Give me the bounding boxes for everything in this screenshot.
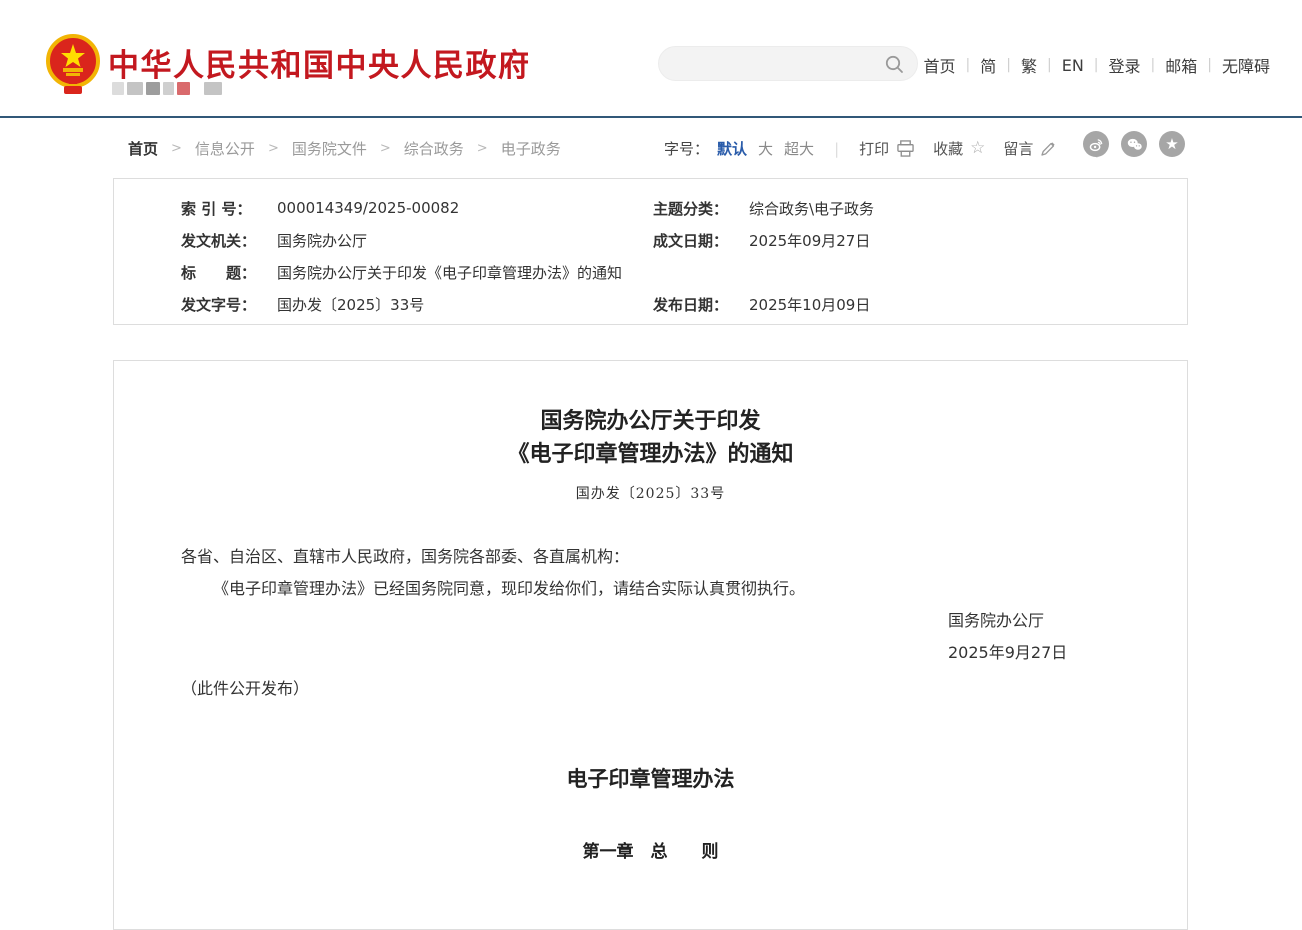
meta-label-title: 标 题：	[181, 262, 277, 283]
tool-divider: |	[834, 140, 839, 158]
body-paragraph: 《电子印章管理办法》已经国务院同意，现印发给你们，请结合实际认真贯彻执行。	[181, 579, 1120, 599]
meta-value-index: 000014349/2025-00082	[277, 199, 653, 217]
nav-accessibility[interactable]: 无障碍	[1222, 53, 1270, 77]
weibo-icon[interactable]	[1083, 131, 1109, 157]
meta-label-issuer: 发文机关：	[181, 230, 277, 251]
signature-date: 2025年9月27日	[948, 643, 1120, 663]
site-title: 中华人民共和国中央人民政府	[108, 40, 531, 85]
meta-label-written-date: 成文日期：	[653, 230, 749, 251]
meta-table: 索 引 号： 000014349/2025-00082 主题分类： 综合政务\电…	[181, 192, 1187, 320]
meta-value-category: 综合政务\电子政务	[749, 198, 1187, 219]
meta-value-written-date: 2025年09月27日	[749, 230, 1187, 251]
search-icon[interactable]	[884, 54, 905, 75]
favorite-button[interactable]: 收藏 ☆	[933, 138, 985, 159]
page-tools: 字号： 默认 大 超大 | 打印 收藏 ☆ 留言	[664, 138, 1119, 159]
meta-value-title: 国务院办公厅关于印发《电子印章管理办法》的通知	[277, 262, 1187, 283]
wechat-icon[interactable]	[1121, 131, 1147, 157]
toolbar-row: 首页 > 信息公开 > 国务院文件 > 综合政务 > 电子政务 字号： 默认 大…	[0, 118, 1302, 176]
nav-separator: |	[1094, 57, 1099, 73]
salutation-paragraph: 各省、自治区、直辖市人民政府，国务院各部委、各直属机构：	[181, 547, 1120, 567]
nav-english[interactable]: EN	[1062, 56, 1084, 75]
nav-separator: |	[1006, 57, 1011, 73]
star-glyph: ★	[1165, 137, 1178, 152]
blurred-subtitle	[112, 82, 222, 95]
search-box[interactable]	[658, 46, 918, 81]
fontsize-default-button[interactable]: 默认	[717, 138, 747, 159]
fontsize-label: 字号：	[664, 138, 709, 159]
nav-separator: |	[1151, 57, 1156, 73]
breadcrumb-separator: >	[477, 141, 488, 156]
document-content-box: 国务院办公厅关于印发 《电子印章管理办法》的通知 国办发〔2025〕33号 各省…	[113, 360, 1188, 930]
search-input[interactable]	[675, 51, 875, 76]
meta-value-doc-number: 国办发〔2025〕33号	[277, 294, 653, 315]
public-release-note: （此件公开发布）	[181, 675, 1120, 699]
comment-button[interactable]: 留言	[1003, 138, 1056, 159]
nav-separator: |	[1047, 57, 1052, 73]
meta-label-index: 索 引 号：	[181, 198, 277, 219]
nav-simplified[interactable]: 简	[980, 53, 996, 77]
breadcrumb-e-government[interactable]: 电子政务	[501, 138, 561, 159]
document-title-line1: 国务院办公厅关于印发	[181, 405, 1120, 438]
fontsize-xlarge-button[interactable]: 超大	[784, 138, 814, 159]
breadcrumb-separator: >	[380, 141, 391, 156]
breadcrumb-state-council-docs[interactable]: 国务院文件	[292, 138, 367, 159]
breadcrumb-home[interactable]: 首页	[128, 138, 158, 159]
breadcrumb-comprehensive-affairs[interactable]: 综合政务	[404, 138, 464, 159]
star-icon: ☆	[970, 140, 985, 157]
printer-icon	[896, 140, 915, 157]
meta-label-publish-date: 发布日期：	[653, 294, 749, 315]
meta-value-publish-date: 2025年10月09日	[749, 294, 1187, 315]
document-number: 国办发〔2025〕33号	[181, 483, 1120, 503]
chapter-one-heading: 第一章 总 则	[181, 837, 1120, 862]
meta-label-category: 主题分类：	[653, 198, 749, 219]
national-emblem-logo	[46, 34, 100, 96]
nav-home[interactable]: 首页	[924, 53, 956, 77]
nav-login[interactable]: 登录	[1109, 53, 1141, 77]
nav-separator: |	[966, 57, 971, 73]
document-title-line2: 《电子印章管理办法》的通知	[181, 438, 1120, 471]
fontsize-large-button[interactable]: 大	[758, 138, 773, 159]
print-button[interactable]: 打印	[859, 138, 915, 159]
site-header: 中华人民共和国中央人民政府 首页 | 简 | 繁 | EN | 登录 | 邮箱 …	[0, 0, 1302, 118]
top-nav: 首页 | 简 | 繁 | EN | 登录 | 邮箱 | 无障碍	[924, 53, 1270, 77]
regulation-title: 电子印章管理办法	[181, 763, 1120, 793]
nav-traditional[interactable]: 繁	[1021, 53, 1037, 77]
qzone-icon[interactable]: ★	[1159, 131, 1185, 157]
meta-value-issuer: 国务院办公厅	[277, 230, 653, 251]
pencil-icon	[1040, 141, 1056, 157]
signature-organization: 国务院办公厅	[948, 611, 1120, 631]
breadcrumb-separator: >	[171, 141, 182, 156]
meta-label-doc-number: 发文字号：	[181, 294, 277, 315]
breadcrumb-separator: >	[268, 141, 279, 156]
nav-separator: |	[1207, 57, 1212, 73]
breadcrumb: 首页 > 信息公开 > 国务院文件 > 综合政务 > 电子政务	[128, 138, 561, 159]
breadcrumb-info-disclosure[interactable]: 信息公开	[195, 138, 255, 159]
document-meta-box: 索 引 号： 000014349/2025-00082 主题分类： 综合政务\电…	[113, 178, 1188, 325]
share-buttons: ★	[1083, 131, 1185, 157]
nav-mail[interactable]: 邮箱	[1165, 53, 1197, 77]
